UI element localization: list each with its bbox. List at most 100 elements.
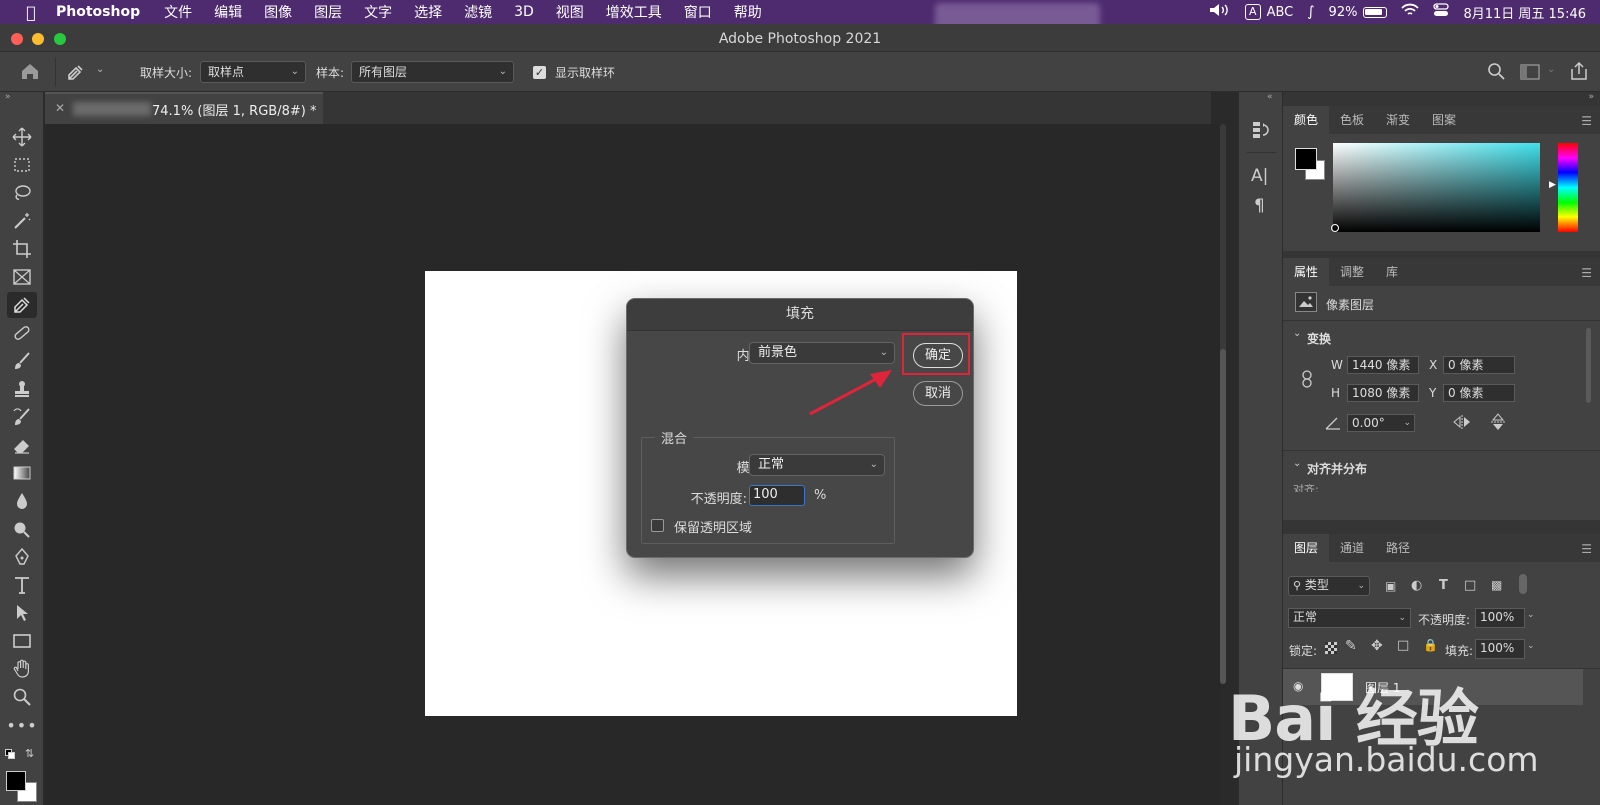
tab-properties[interactable]: 属性: [1283, 258, 1330, 286]
tab-patterns[interactable]: 图案: [1421, 106, 1467, 134]
tab-swatches[interactable]: 色板: [1329, 106, 1375, 134]
layer-fill-input[interactable]: 100%: [1475, 639, 1525, 659]
control-center-icon[interactable]: [1433, 3, 1450, 21]
document-tab[interactable]: ✕ 74.1% (图层 1, RGB/8#) *: [45, 92, 323, 124]
zoom-tool[interactable]: [7, 684, 37, 710]
marquee-tool[interactable]: [7, 152, 37, 178]
tab-gradients[interactable]: 渐变: [1375, 106, 1421, 134]
move-tool[interactable]: [7, 124, 37, 150]
close-tab-icon[interactable]: ✕: [55, 101, 65, 115]
volume-icon[interactable]: [1209, 3, 1231, 21]
filter-adjustment-icon[interactable]: ◐: [1411, 578, 1422, 593]
panel-menu-icon[interactable]: ☰: [1581, 542, 1592, 556]
panel-menu-icon[interactable]: ☰: [1581, 114, 1592, 128]
history-icon[interactable]: [1251, 120, 1271, 143]
crop-tool[interactable]: [7, 236, 37, 262]
transform-section-title[interactable]: 变换: [1307, 330, 1331, 347]
angle-input[interactable]: 0.00° ⌄: [1347, 414, 1415, 432]
color-foreground-swatch[interactable]: [1295, 148, 1317, 170]
menu-edit[interactable]: 编辑: [214, 2, 242, 22]
menu-image[interactable]: 图像: [264, 2, 292, 22]
type-tool[interactable]: [7, 572, 37, 598]
filter-shape-icon[interactable]: □: [1464, 578, 1476, 593]
menu-help[interactable]: 帮助: [734, 2, 762, 22]
lasso-tool[interactable]: [7, 180, 37, 206]
panel-menu-icon[interactable]: ☰: [1581, 266, 1592, 280]
layer-blend-mode-select[interactable]: 正常 ⌄: [1288, 608, 1411, 628]
tab-libraries[interactable]: 库: [1375, 258, 1409, 286]
default-colors-icon[interactable]: [5, 749, 15, 759]
layer-filter-select[interactable]: ⚲ 类型 ⌄: [1288, 576, 1370, 596]
layer-name[interactable]: 图层 1: [1365, 679, 1400, 696]
scrollbar-thumb[interactable]: [1220, 349, 1226, 684]
frame-tool[interactable]: [7, 264, 37, 290]
eraser-tool[interactable]: [7, 432, 37, 458]
lock-position-icon[interactable]: ✥: [1371, 638, 1383, 654]
filter-smart-object-icon[interactable]: ▩: [1491, 578, 1502, 592]
preserve-transparency-checkbox[interactable]: [651, 519, 664, 532]
chevron-down-icon[interactable]: ⌄: [1527, 641, 1535, 651]
layer-row[interactable]: ◉ 图层 1: [1283, 669, 1583, 705]
menu-file[interactable]: 文件: [164, 2, 192, 22]
filter-pixel-icon[interactable]: ▣: [1385, 579, 1396, 593]
tab-paths[interactable]: 路径: [1375, 534, 1421, 562]
tab-adjustments[interactable]: 调整: [1329, 258, 1375, 286]
magic-wand-tool[interactable]: [7, 208, 37, 234]
character-icon[interactable]: A|: [1251, 166, 1268, 186]
link-icon[interactable]: [1301, 370, 1313, 391]
foreground-color-swatch[interactable]: [6, 771, 26, 791]
tab-channels[interactable]: 通道: [1329, 534, 1375, 562]
menu-plugins[interactable]: 增效工具: [606, 2, 662, 22]
collapse-toolbar-icon[interactable]: »: [5, 92, 11, 102]
color-field[interactable]: [1333, 143, 1540, 232]
tab-layers[interactable]: 图层: [1283, 534, 1330, 562]
eyedropper-tool[interactable]: [7, 292, 37, 318]
rectangle-tool[interactable]: [7, 628, 37, 654]
filter-toggle-icon[interactable]: [1519, 574, 1527, 594]
lock-artboard-icon[interactable]: □: [1397, 638, 1409, 653]
paragraph-icon[interactable]: ¶: [1254, 196, 1265, 216]
collapse-panel-icon[interactable]: «: [1267, 92, 1273, 102]
battery-icon[interactable]: [1363, 6, 1388, 18]
search-icon[interactable]: [1487, 62, 1505, 83]
align-section-title[interactable]: 对齐并分布: [1307, 460, 1367, 477]
more-tools[interactable]: •••: [6, 712, 37, 738]
lock-transparent-icon[interactable]: [1325, 642, 1337, 654]
healing-brush-tool[interactable]: [7, 320, 37, 346]
y-input[interactable]: 0 像素: [1443, 384, 1515, 402]
color-picker-marker[interactable]: [1331, 224, 1339, 232]
dodge-tool[interactable]: [7, 516, 37, 542]
workspace-icon[interactable]: [1520, 64, 1540, 83]
stamp-tool[interactable]: [7, 376, 37, 402]
cancel-button[interactable]: 取消: [913, 381, 963, 406]
lock-all-icon[interactable]: 🔒: [1423, 638, 1438, 652]
menu-3d[interactable]: 3D: [514, 4, 534, 20]
home-icon[interactable]: [20, 62, 40, 83]
content-select[interactable]: 前景色 ⌄: [749, 342, 895, 364]
chevron-down-icon[interactable]: ⌄: [1527, 610, 1535, 620]
panel-scrollbar-thumb[interactable]: [1586, 328, 1591, 403]
menu-select[interactable]: 选择: [414, 2, 442, 22]
bluetooth-icon[interactable]: ∫: [1307, 4, 1314, 20]
clock[interactable]: 8月11日 周五 15:46: [1463, 3, 1586, 22]
layer-thumbnail[interactable]: [1321, 673, 1353, 701]
menu-layer[interactable]: 图层: [314, 2, 342, 22]
gradient-tool[interactable]: [7, 460, 37, 486]
menu-view[interactable]: 视图: [556, 2, 584, 22]
sample-size-select[interactable]: 取样点 ⌄: [200, 61, 306, 83]
eyedropper-preset-icon[interactable]: [66, 62, 86, 85]
menu-filter[interactable]: 滤镜: [464, 2, 492, 22]
pen-tool[interactable]: [7, 544, 37, 570]
layer-opacity-input[interactable]: 100%: [1475, 608, 1525, 628]
app-menu[interactable]: Photoshop: [56, 4, 140, 20]
flip-vertical-icon[interactable]: [1491, 413, 1505, 434]
opacity-input[interactable]: 100: [749, 485, 805, 506]
input-source-icon[interactable]: A: [1245, 4, 1261, 20]
show-ring-checkbox[interactable]: ✓: [533, 66, 546, 79]
collapse-dock-icon[interactable]: »: [1588, 92, 1594, 102]
chevron-down-icon[interactable]: ⌄: [1293, 458, 1301, 469]
tab-color[interactable]: 颜色: [1283, 106, 1330, 134]
brush-tool[interactable]: [7, 348, 37, 374]
hue-slider-handle[interactable]: ▶: [1549, 180, 1556, 190]
menu-type[interactable]: 文字: [364, 2, 392, 22]
